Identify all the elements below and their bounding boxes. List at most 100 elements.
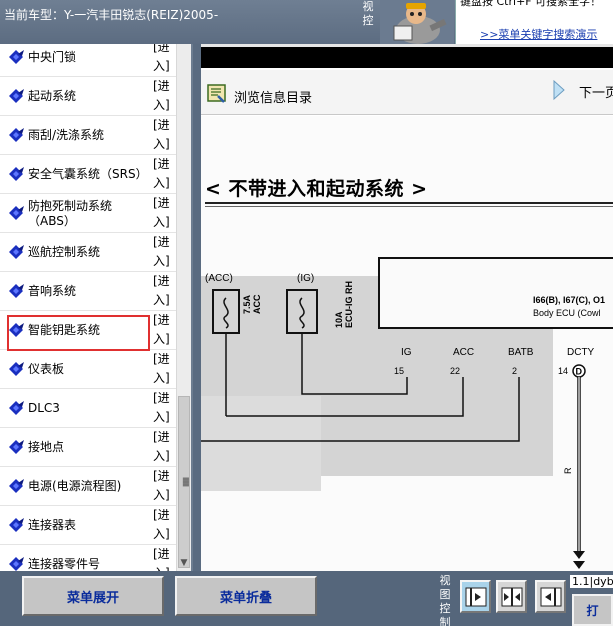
view-control-label: 视图控制 (439, 574, 451, 626)
menu-item-label: 防抱死制动系统（ABS） (28, 198, 113, 228)
blue-diamond-pencil-icon (9, 479, 25, 493)
title-rule (205, 202, 613, 204)
split-both-icon (501, 587, 523, 607)
menu-item-label: 电源(电源流程图) (28, 479, 122, 493)
browse-directory-link[interactable]: 浏览信息目录 (234, 87, 312, 106)
menu-enter-link[interactable]: [进入] (153, 116, 175, 155)
blue-diamond-pencil-icon (9, 50, 25, 64)
wiring-diagram: (ACC) 7.5A ACC (IG) 10A ECU-IG RH I66(B)… (201, 257, 613, 569)
scroll-grip-icon: ▬ ▬ ▬ (182, 474, 190, 489)
menu-item[interactable]: 仪表板 [进入] (0, 350, 176, 389)
blue-diamond-pencil-icon (9, 206, 25, 220)
menu-enter-link[interactable]: [进入] (153, 77, 175, 116)
fuse-acc-rating: 7.5A (242, 294, 252, 314)
scroll-down-arrow-icon[interactable]: ▼ (178, 557, 190, 569)
menu-enter-link[interactable]: [进入] (153, 389, 175, 428)
menu-item[interactable]: 连接器零件号 [进入] (0, 545, 176, 571)
menu-item[interactable]: 安全气囊系统（SRS） [进入] (0, 155, 176, 194)
menu-item-label: 连接器零件号 (28, 557, 101, 571)
blue-diamond-pencil-icon (9, 440, 25, 454)
menu-expand-button[interactable]: 菜单展开 (22, 576, 164, 616)
menu-item[interactable]: 雨刮/洗涤系统 [进入] (0, 116, 176, 155)
menu-enter-link[interactable]: [进入] (153, 506, 175, 545)
menu-enter-link[interactable]: [进入] (153, 545, 175, 571)
menu-item-label: 音响系统 (28, 284, 77, 298)
arrow-right-icon[interactable] (550, 79, 568, 101)
pin-number: 14 (558, 366, 568, 376)
menu-item[interactable]: 巡航控制系统 [进入] (0, 233, 176, 272)
menu-item[interactable]: 音响系统 [进入] (0, 272, 176, 311)
bottom-toolbar: 菜单展开 菜单折叠 视图控制 1.1|dyb 打 (0, 571, 613, 626)
view-single-pane-button[interactable] (460, 580, 491, 613)
search-hint-panel: 键盘按 Ctrl+F 可搜索全字！ >>菜单关键字搜索演示 (455, 0, 613, 44)
menu-item[interactable]: 中央门锁 [进入] (0, 44, 176, 77)
menu-panel: 中央门锁 [进入] 起动系统 [进入] 雨刮/洗涤系统 [进入] 安全气囊系统（SRS） [进… (0, 44, 193, 571)
menu-item[interactable]: 起动系统 [进入] (0, 77, 176, 116)
menu-enter-link[interactable]: [进入] (153, 311, 175, 350)
blue-diamond-pencil-icon (9, 557, 25, 571)
menu-enter-link[interactable]: [进入] (153, 155, 175, 194)
fuse-acc-name: (ACC) (205, 273, 233, 284)
blue-diamond-pencil-icon (9, 245, 25, 259)
menu-item-label: 起动系统 (28, 89, 77, 103)
document-page: < 不带进入和起动系统 > (ACC) 7.5A ACC (IG) 10A EC… (201, 116, 613, 571)
search-hint-text: 键盘按 Ctrl+F 可搜索全字！ (460, 0, 602, 8)
menu-item[interactable]: DLC3 [进入] (0, 389, 176, 428)
wire-end-arrow-icon (573, 561, 585, 569)
blue-diamond-pencil-icon (9, 128, 25, 142)
view-control-label: 视控 (362, 0, 374, 27)
menu-enter-link[interactable]: [进入] (153, 44, 175, 77)
menu-item-label: 仪表板 (28, 362, 65, 376)
document-title: < 不带进入和起动系统 > (205, 178, 428, 200)
fuse-ig-name: (IG) (297, 273, 314, 284)
ecu-name-label: Body ECU (Cowl (533, 308, 601, 318)
pin-number: 2 (512, 366, 517, 376)
menu-enter-link[interactable]: [进入] (153, 194, 175, 233)
menu-item-label: 巡航控制系统 (28, 245, 101, 259)
menu-item[interactable]: 电源(电源流程图) [进入] (0, 467, 176, 506)
print-button[interactable]: 打 (572, 594, 613, 626)
blue-diamond-pencil-icon (9, 362, 25, 376)
blue-diamond-pencil-icon (9, 284, 25, 298)
status-text: 1.1|dyb (570, 575, 613, 588)
scrollbar-thumb[interactable]: ▬ ▬ ▬ (178, 396, 190, 568)
view-split-pane-button[interactable] (496, 580, 527, 613)
menu-scrollbar[interactable]: ▬ ▬ ▬ ▼ (176, 44, 191, 571)
pin-label: BATB (508, 347, 534, 358)
viewer-toolbar: 浏览信息目录 下一页 (201, 70, 613, 115)
fuse-acc-circuit: ACC (252, 294, 262, 314)
blue-diamond-pencil-icon (9, 89, 25, 103)
pin-number: 22 (450, 366, 460, 376)
split-right-icon (465, 587, 487, 607)
menu-enter-link[interactable]: [进入] (153, 467, 175, 506)
menu-item-label: 安全气囊系统（SRS） (28, 167, 148, 181)
menu-item[interactable]: 智能钥匙系统 [进入] (0, 311, 176, 351)
menu-enter-link[interactable]: [进入] (153, 233, 175, 272)
menu-item[interactable]: 防抱死制动系统（ABS） [进入] (0, 194, 176, 233)
menu-item-label: 中央门锁 (28, 50, 77, 64)
split-left-icon (540, 587, 562, 607)
mascot-mechanic-icon (380, 0, 454, 44)
wire-end-arrow-icon (573, 551, 585, 559)
menu-item-label: 连接器表 (28, 518, 77, 532)
blue-diamond-pencil-icon (9, 167, 25, 181)
view-menu-pane-button[interactable] (535, 580, 566, 613)
menu-enter-link[interactable]: [进入] (153, 350, 175, 389)
menu-collapse-button[interactable]: 菜单折叠 (175, 576, 317, 616)
book-icon[interactable] (206, 82, 228, 104)
menu-item[interactable]: 连接器表 [进入] (0, 506, 176, 545)
search-demo-link[interactable]: >>菜单关键字搜索演示 (480, 26, 597, 42)
fuse-ig-circuit: ECU-IG RH (344, 281, 354, 328)
menu-item[interactable]: 接地点 [进入] (0, 428, 176, 467)
menu-list: 中央门锁 [进入] 起动系统 [进入] 雨刮/洗涤系统 [进入] 安全气囊系统（SRS） [进… (0, 44, 176, 571)
menu-item-label: DLC3 (28, 401, 60, 415)
blue-diamond-pencil-icon (9, 401, 25, 415)
pin-number: 15 (394, 366, 404, 376)
pin-label: ACC (453, 347, 474, 358)
pin-label: DCTY (567, 347, 595, 358)
next-page-link[interactable]: 下一页 (579, 82, 613, 101)
menu-enter-link[interactable]: [进入] (153, 428, 175, 467)
current-car-model: 当前车型：Y-一汽丰田锐志(REIZ)2005- (4, 8, 219, 22)
blue-diamond-pencil-icon (9, 518, 25, 532)
menu-enter-link[interactable]: [进入] (153, 272, 175, 311)
